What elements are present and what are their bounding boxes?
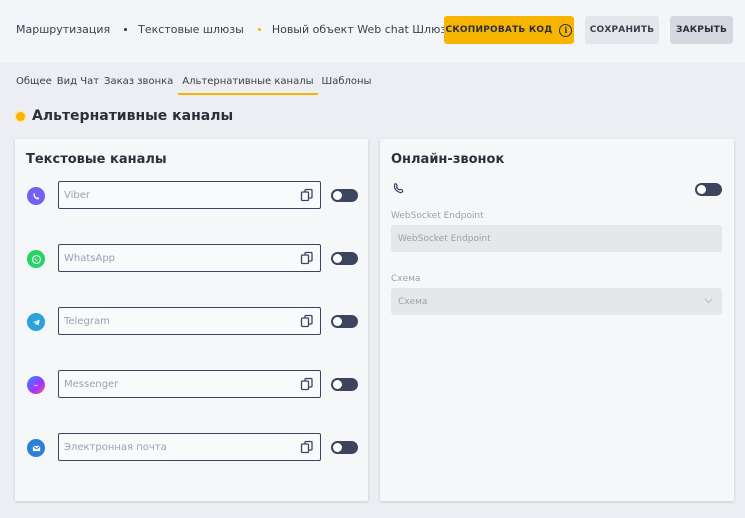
tab-alternative-channels[interactable]: Альтернативные каналы [178,76,318,95]
messenger-icon [27,376,45,394]
tab-general[interactable]: Общее [16,76,57,95]
text-channels-panel: Текстовые каналы [15,139,368,501]
scheme-select[interactable]: Схема [391,288,722,315]
save-button[interactable]: СОХРАНИТЬ [585,16,659,44]
chevron-down-icon [704,298,713,304]
copy-code-button[interactable]: СКОПИРОВАТЬ КОД i [444,16,574,44]
whatsapp-toggle[interactable] [331,252,358,265]
telegram-toggle[interactable] [331,315,358,328]
toggle-knob [333,443,342,452]
info-icon: i [559,23,573,37]
scheme-label: Схема [391,274,421,284]
tab-templates[interactable]: Шаблоны [322,76,377,95]
websocket-endpoint-input[interactable] [391,225,722,252]
viber-input[interactable] [58,181,321,209]
channel-row-viber [26,181,361,211]
toggle-knob [333,380,342,389]
copy-icon[interactable] [300,377,314,391]
copy-icon[interactable] [300,188,314,202]
breadcrumb-item-routing[interactable]: Маршрутизация [16,23,110,36]
channel-row-messenger [26,370,361,400]
online-call-toggle[interactable] [695,183,722,196]
email-icon [27,439,45,457]
section-title: Альтернативные каналы [32,108,234,124]
toggle-knob [333,254,342,263]
channel-row-whatsapp [26,244,361,274]
close-button[interactable]: ЗАКРЫТЬ [670,16,733,44]
top-bar: Маршрутизация Текстовые шлюзы Новый объе… [0,0,745,62]
phone-icon [393,183,404,194]
channel-row-email [26,433,361,463]
text-channels-title: Текстовые каналы [26,152,167,167]
copy-icon[interactable] [300,440,314,454]
copy-icon[interactable] [300,314,314,328]
breadcrumb-item-text-gateways[interactable]: Текстовые шлюзы [138,23,244,36]
toggle-knob [333,191,342,200]
section-heading: Альтернативные каналы [16,108,233,124]
scheme-select-value: Схема [398,296,428,307]
telegram-icon [27,313,45,331]
messenger-input[interactable] [58,370,321,398]
copy-icon[interactable] [300,251,314,265]
email-input[interactable] [58,433,321,461]
whatsapp-input[interactable] [58,244,321,272]
channel-row-telegram [26,307,361,337]
online-call-title: Онлайн-звонок [391,152,505,167]
messenger-toggle[interactable] [331,378,358,391]
email-toggle[interactable] [331,441,358,454]
copy-code-label: СКОПИРОВАТЬ КОД [445,25,553,35]
section-dot-icon [16,111,25,121]
tab-callback[interactable]: Заказ звонка [104,76,178,95]
tab-chat-view[interactable]: Вид Чат [57,76,104,95]
whatsapp-icon [27,250,45,268]
toggle-knob [697,185,706,194]
viber-toggle[interactable] [331,189,358,202]
main-content: Общее Вид Чат Заказ звонка Альтернативны… [5,66,745,518]
viber-icon [27,187,45,205]
telegram-input[interactable] [58,307,321,335]
breadcrumb-item-current: Новый объект Web chat Шлюз [271,23,447,36]
online-call-panel: Онлайн-звонок WebSocket Endpoint Схема С… [380,139,734,501]
breadcrumb-separator [124,28,128,31]
breadcrumb-separator [257,28,261,31]
tab-bar: Общее Вид Чат Заказ звонка Альтернативны… [16,76,376,95]
endpoint-label: WebSocket Endpoint [391,211,484,221]
toggle-knob [333,317,342,326]
breadcrumb: Маршрутизация Текстовые шлюзы Новый объе… [16,23,446,36]
